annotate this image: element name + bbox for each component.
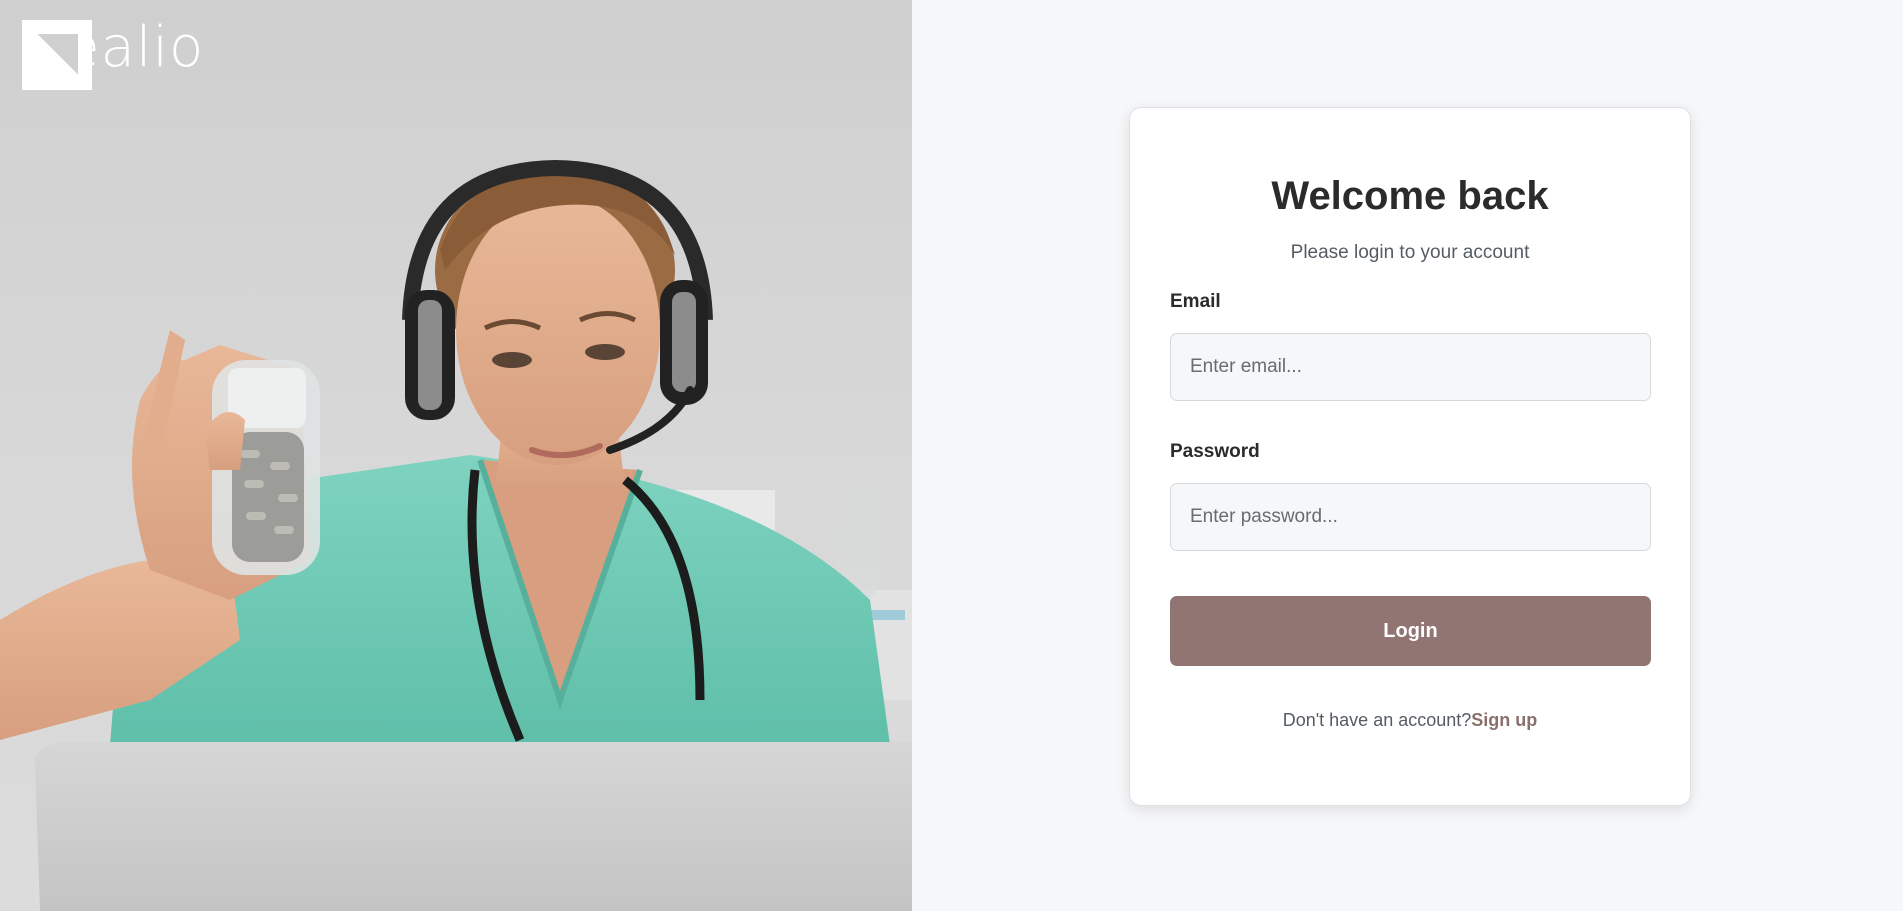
hero-image: Healio — [0, 0, 912, 911]
email-label: Email — [1170, 291, 1221, 312]
signup-prompt: Don't have an account?Sign up — [1130, 710, 1690, 731]
page-subtitle: Please login to your account — [1290, 242, 1530, 263]
login-card: Welcome back Please login to your accoun… — [1129, 107, 1691, 806]
healio-logo-icon — [22, 20, 92, 90]
signup-prompt-text: Don't have an account? — [1282, 710, 1472, 730]
brand-logo[interactable]: Healio — [22, 20, 204, 90]
password-label: Password — [1170, 441, 1260, 462]
page-title: Welcome back — [1271, 174, 1549, 218]
login-button[interactable]: Login — [1170, 596, 1651, 666]
signup-link[interactable]: Sign up — [1471, 710, 1537, 730]
doctor-photo — [0, 159, 912, 911]
email-field[interactable] — [1170, 333, 1651, 401]
password-field[interactable] — [1170, 483, 1651, 551]
